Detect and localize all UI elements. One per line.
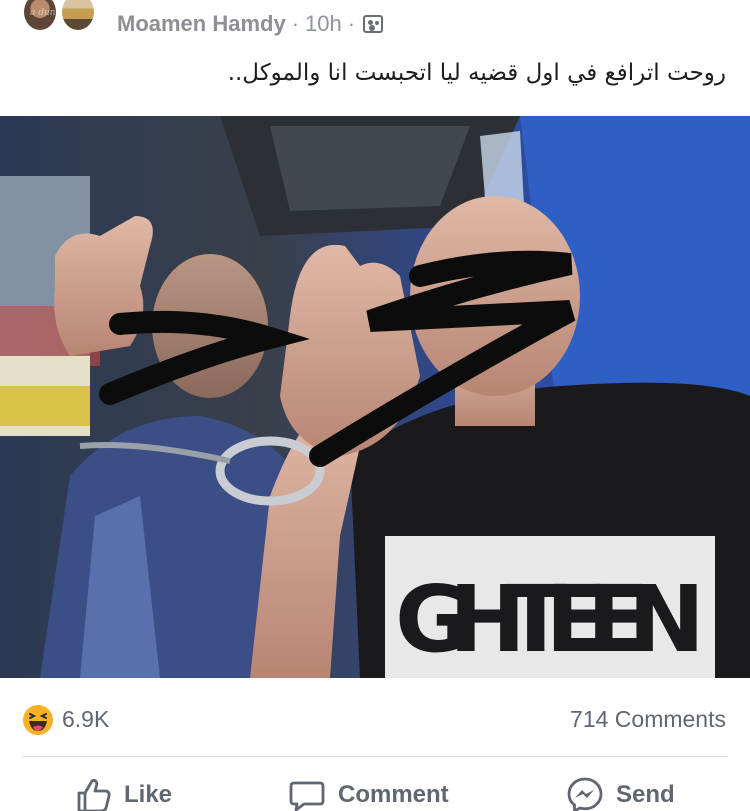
separator-dot: · [347, 11, 356, 36]
post-text: روحت اترافع في اول قضيه ليا اتحبست انا و… [227, 60, 726, 86]
avatar-group[interactable]: a dun [22, 0, 96, 36]
haha-icon[interactable] [22, 704, 54, 736]
post-time[interactable]: 10h [305, 11, 342, 37]
avatar-faint-text: a dun [30, 8, 56, 18]
send-label: Send [616, 781, 675, 808]
like-label: Like [124, 781, 173, 808]
avatar[interactable]: a dun [22, 0, 58, 32]
action-bar: Like Comment Send [0, 770, 750, 811]
thumbs-up-icon [77, 779, 111, 811]
post-header: a dun Moamen Hamdy · 10h · [0, 0, 750, 44]
reaction-count[interactable]: 6.9K [62, 706, 109, 733]
photo-image: GHTEEN [0, 116, 750, 678]
post-photo[interactable]: GHTEEN [0, 116, 750, 678]
author-line: Moamen Hamdy · 10h · [117, 11, 384, 37]
divider [22, 756, 728, 757]
reactions-bar: 6.9K 714 Comments [0, 700, 750, 740]
shirt-text: GHTEEN [395, 566, 705, 673]
comment-button[interactable]: Comment [288, 776, 449, 811]
author-avatar[interactable] [60, 0, 96, 32]
comment-label: Comment [338, 781, 449, 808]
like-button[interactable]: Like [74, 776, 172, 811]
comments-count[interactable]: 714 Comments [570, 706, 726, 733]
friends-icon[interactable] [363, 15, 384, 33]
separator-dot: · [291, 11, 300, 36]
author-name[interactable]: Moamen Hamdy [117, 11, 286, 37]
send-button[interactable]: Send [566, 776, 675, 811]
messenger-icon [567, 777, 603, 811]
comment-icon [289, 781, 325, 811]
